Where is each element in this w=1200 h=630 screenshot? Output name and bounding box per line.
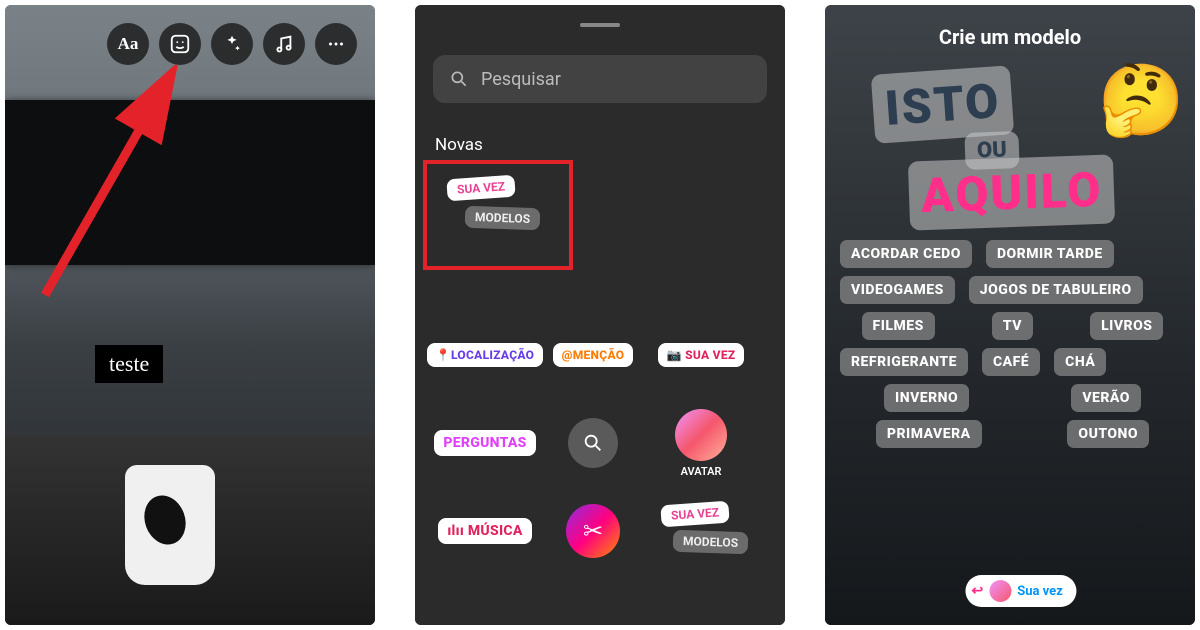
avatar-mini-icon bbox=[989, 580, 1011, 602]
template-choices: ACORDAR CEDO DORMIR TARDE VIDEOGAMES JOG… bbox=[840, 240, 1185, 565]
chip-tv[interactable]: TV bbox=[992, 312, 1033, 340]
chip-refrigerante[interactable]: REFRIGERANTE bbox=[840, 348, 968, 376]
music-bars-icon: ılıı bbox=[447, 523, 464, 539]
annotation-highlight-box bbox=[423, 160, 573, 270]
panel-sticker-drawer: Pesquisar Novas SUA VEZ MODELOS 📍LOCALIZ… bbox=[415, 5, 785, 625]
chip-dormir-tarde[interactable]: DORMIR TARDE bbox=[986, 240, 1114, 268]
chip-acordar-cedo[interactable]: ACORDAR CEDO bbox=[840, 240, 972, 268]
mention-sticker[interactable]: @MENÇÃO bbox=[553, 343, 634, 367]
sua-vez-bottom-button[interactable]: ↩ Sua vez bbox=[965, 575, 1076, 607]
story-toolbar: Aa bbox=[107, 23, 357, 65]
photo-mug bbox=[125, 465, 215, 585]
text-tool-button[interactable]: Aa bbox=[107, 23, 149, 65]
location-sticker[interactable]: 📍LOCALIZAÇÃO bbox=[427, 343, 544, 367]
chip-livros[interactable]: LIVROS bbox=[1090, 312, 1163, 340]
sua-vez-modelos-sticker[interactable]: SUA VEZ MODELOS bbox=[651, 491, 751, 571]
perguntas-sticker[interactable]: PERGUNTAS bbox=[434, 430, 535, 456]
reply-icon: ↩ bbox=[971, 583, 983, 599]
search-icon bbox=[582, 432, 604, 454]
chip-primavera[interactable]: PRIMAVERA bbox=[876, 420, 982, 448]
sua-vez-label: Sua vez bbox=[1017, 584, 1063, 599]
chip-outono[interactable]: OUTONO bbox=[1067, 420, 1149, 448]
create-template-title: Crie um modelo bbox=[825, 25, 1195, 49]
avatar-sticker[interactable]: AVATAR bbox=[651, 403, 751, 483]
avatar-label: AVATAR bbox=[681, 465, 722, 478]
search-icon bbox=[449, 69, 469, 89]
thinking-emoji-icon: 🤔 bbox=[1098, 60, 1185, 142]
chip-cha[interactable]: CHÁ bbox=[1054, 348, 1106, 376]
sua-vez-sticker[interactable]: 📷 SUA VEZ bbox=[658, 343, 745, 367]
panel-create-template: Crie um modelo ISTO OU AQUILO 🤔 ACORDAR … bbox=[825, 5, 1195, 625]
photo-tv bbox=[5, 100, 375, 265]
chip-videogames[interactable]: VIDEOGAMES bbox=[840, 276, 955, 304]
pin-icon: 📍 bbox=[436, 348, 451, 362]
chip-inverno[interactable]: INVERNO bbox=[884, 384, 969, 412]
avatar-icon bbox=[675, 409, 727, 461]
cutout-sticker[interactable]: ✂ bbox=[566, 504, 620, 558]
music-sticker[interactable]: ılıı MÚSICA bbox=[438, 518, 531, 544]
drawer-drag-handle[interactable] bbox=[580, 23, 620, 27]
sticker-tool-button[interactable] bbox=[159, 23, 201, 65]
search-placeholder: Pesquisar bbox=[481, 69, 561, 90]
story-text-overlay[interactable]: teste bbox=[95, 345, 163, 383]
chip-verao[interactable]: VERÃO bbox=[1071, 384, 1141, 412]
effects-tool-button[interactable] bbox=[211, 23, 253, 65]
panel-story-editor: Aa teste bbox=[5, 5, 375, 625]
chip-cafe[interactable]: CAFÉ bbox=[982, 348, 1040, 376]
gif-search-button[interactable] bbox=[568, 418, 618, 468]
camera-icon: 📷 bbox=[667, 348, 682, 362]
more-tool-button[interactable] bbox=[315, 23, 357, 65]
chip-filmes[interactable]: FILMES bbox=[862, 312, 935, 340]
music-tool-button[interactable] bbox=[263, 23, 305, 65]
hero-aquilo[interactable]: AQUILO bbox=[908, 154, 1116, 230]
sticker-grid: 📍LOCALIZAÇÃO @MENÇÃO 📷 SUA VEZ PERGUNTAS… bbox=[415, 315, 785, 625]
template-hero: ISTO OU AQUILO 🤔 bbox=[855, 60, 1185, 235]
section-novas-title: Novas bbox=[435, 135, 483, 155]
chip-jogos-tabuleiro[interactable]: JOGOS DE TABULEIRO bbox=[969, 276, 1143, 304]
scissors-icon: ✂ bbox=[583, 517, 603, 545]
sticker-search-input[interactable]: Pesquisar bbox=[433, 55, 767, 103]
